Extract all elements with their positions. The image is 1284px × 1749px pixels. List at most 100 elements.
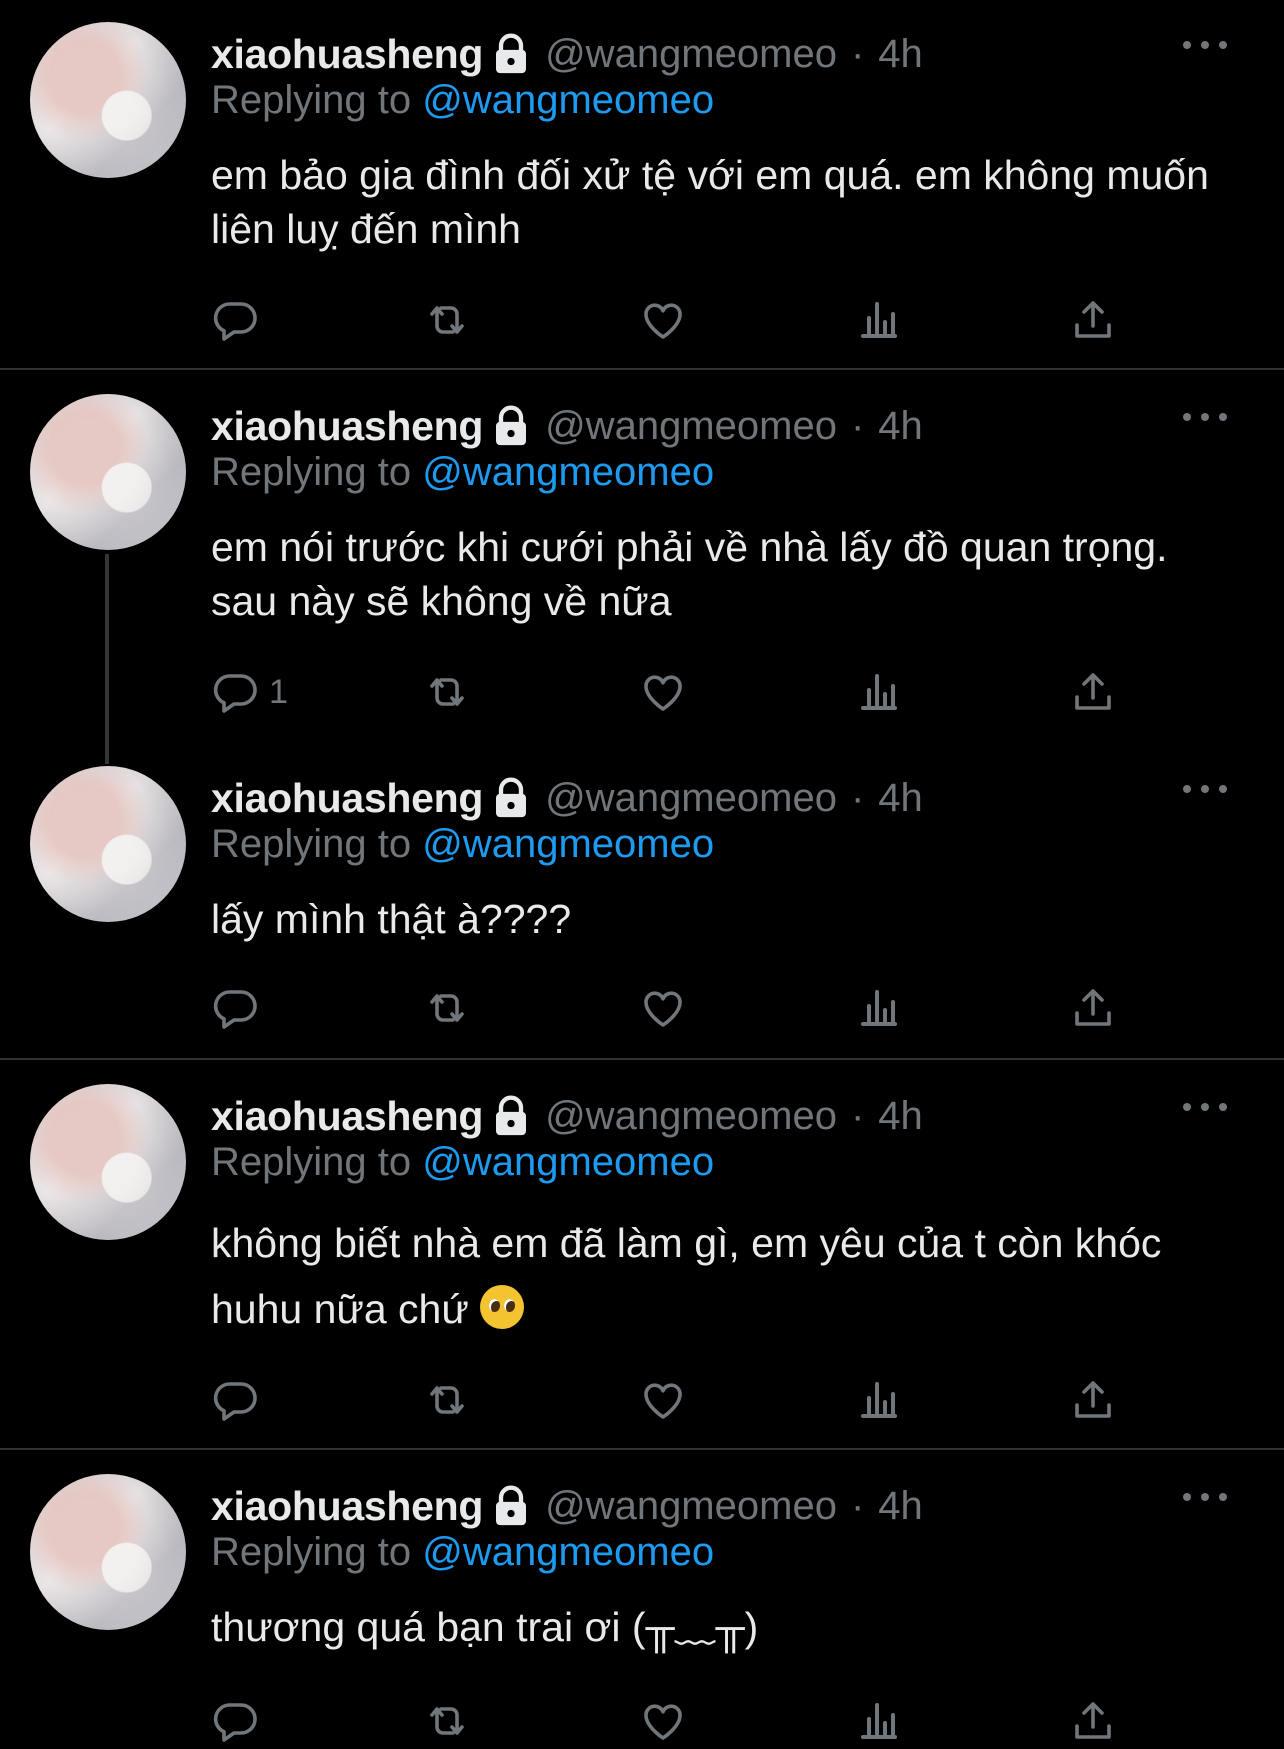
like-button[interactable]	[639, 1695, 687, 1747]
reply-button[interactable]	[211, 294, 269, 346]
divider	[0, 1448, 1284, 1450]
tweet-header: xiaohuasheng @wangmeomeo · 4h	[211, 1478, 923, 1534]
more-icon[interactable]	[1183, 402, 1227, 432]
display-name[interactable]: xiaohuasheng	[211, 775, 483, 822]
retweet-button[interactable]	[423, 666, 471, 718]
timestamp[interactable]: 4h	[878, 32, 923, 77]
more-icon[interactable]	[1183, 30, 1227, 60]
views-icon	[861, 674, 897, 710]
handle[interactable]: @wangmeomeo	[545, 1484, 837, 1529]
more-icon[interactable]	[1183, 774, 1227, 804]
reply-button[interactable]	[211, 1695, 269, 1747]
like-button[interactable]	[639, 294, 687, 346]
like-button[interactable]	[639, 982, 687, 1034]
reply-button[interactable]	[211, 1374, 269, 1426]
action-bar	[211, 1695, 1141, 1747]
avatar[interactable]	[30, 22, 186, 178]
heart-icon	[644, 991, 682, 1027]
replying-mention[interactable]: @wangmeomeo	[422, 1530, 714, 1574]
retweet-button[interactable]	[423, 294, 471, 346]
tweet-text: lấy mình thật à????	[211, 896, 572, 942]
timestamp[interactable]: 4h	[878, 404, 923, 449]
tweet-text: không biết nhà em đã làm gì, em yêu của …	[211, 1220, 1162, 1332]
reply-icon	[213, 990, 257, 1029]
lock-icon	[491, 1484, 531, 1528]
lock-icon	[491, 32, 531, 76]
share-button[interactable]	[1069, 294, 1117, 346]
like-button[interactable]	[639, 666, 687, 718]
tweet[interactable]: xiaohuasheng @wangmeomeo · 4h Replying t…	[0, 1062, 1284, 1448]
separator-dot: ·	[850, 403, 865, 448]
share-button[interactable]	[1069, 1695, 1117, 1747]
action-bar	[211, 982, 1141, 1034]
tweet[interactable]: xiaohuasheng @wangmeomeo · 4h Replying t…	[0, 372, 1284, 742]
replying-to: Replying to @wangmeomeo	[211, 1530, 714, 1575]
lock-icon	[491, 1094, 531, 1138]
views-button[interactable]	[855, 666, 903, 718]
avatar[interactable]	[30, 766, 186, 922]
share-icon	[1075, 673, 1111, 710]
views-button[interactable]	[855, 294, 903, 346]
replying-prefix: Replying to	[211, 1530, 412, 1574]
share-icon	[1075, 1702, 1111, 1739]
display-name[interactable]: xiaohuasheng	[211, 1483, 483, 1530]
separator-dot: ·	[850, 31, 865, 76]
reply-icon	[213, 674, 257, 713]
lock-icon	[491, 404, 531, 448]
tweet[interactable]: xiaohuasheng @wangmeomeo · 4h Replying t…	[0, 1452, 1284, 1749]
share-button[interactable]	[1069, 1374, 1117, 1426]
views-icon	[861, 302, 897, 338]
reply-icon	[213, 1703, 257, 1742]
share-button[interactable]	[1069, 666, 1117, 718]
retweet-icon	[430, 994, 464, 1022]
share-button[interactable]	[1069, 982, 1117, 1034]
avatar[interactable]	[30, 394, 186, 550]
replying-prefix: Replying to	[211, 822, 412, 866]
replying-mention[interactable]: @wangmeomeo	[422, 822, 714, 866]
views-icon	[861, 990, 897, 1026]
tweet-text: em bảo gia đình đối xử tệ với em quá. em…	[211, 152, 1209, 252]
timestamp[interactable]: 4h	[878, 1094, 923, 1139]
reply-button[interactable]	[211, 982, 269, 1034]
separator-dot: ·	[850, 1093, 865, 1138]
lock-icon	[491, 776, 531, 820]
tweet-header: xiaohuasheng @wangmeomeo · 4h	[211, 398, 923, 454]
display-name[interactable]: xiaohuasheng	[211, 403, 483, 450]
handle[interactable]: @wangmeomeo	[545, 404, 837, 449]
replying-mention[interactable]: @wangmeomeo	[422, 1140, 714, 1184]
views-button[interactable]	[855, 982, 903, 1034]
timestamp[interactable]: 4h	[878, 1484, 923, 1529]
share-icon	[1075, 301, 1111, 338]
retweet-button[interactable]	[423, 982, 471, 1034]
tweet[interactable]: xiaohuasheng @wangmeomeo · 4h Replying t…	[0, 0, 1284, 368]
retweet-icon	[430, 1707, 464, 1735]
tweet[interactable]: xiaohuasheng @wangmeomeo · 4h Replying t…	[0, 744, 1284, 1058]
replying-mention[interactable]: @wangmeomeo	[422, 450, 714, 494]
tweet-text: em nói trước khi cưới phải về nhà lấy đồ…	[211, 524, 1168, 624]
reply-button[interactable]: 1	[211, 666, 288, 718]
pleading-face-emoji	[480, 1285, 525, 1329]
views-button[interactable]	[855, 1374, 903, 1426]
avatar[interactable]	[30, 1084, 186, 1240]
avatar[interactable]	[30, 1474, 186, 1630]
separator-dot: ·	[850, 1483, 865, 1528]
more-icon[interactable]	[1183, 1092, 1227, 1122]
heart-icon	[644, 675, 682, 711]
timestamp[interactable]: 4h	[878, 776, 923, 821]
action-bar	[211, 1374, 1141, 1426]
tweet-header: xiaohuasheng @wangmeomeo · 4h	[211, 770, 923, 826]
handle[interactable]: @wangmeomeo	[545, 776, 837, 821]
heart-icon	[644, 1704, 682, 1740]
reply-icon	[213, 1382, 257, 1421]
handle[interactable]: @wangmeomeo	[545, 32, 837, 77]
views-button[interactable]	[855, 1695, 903, 1747]
display-name[interactable]: xiaohuasheng	[211, 1093, 483, 1140]
handle[interactable]: @wangmeomeo	[545, 1094, 837, 1139]
display-name[interactable]: xiaohuasheng	[211, 31, 483, 78]
retweet-button[interactable]	[423, 1374, 471, 1426]
replying-mention[interactable]: @wangmeomeo	[422, 78, 714, 122]
like-button[interactable]	[639, 1374, 687, 1426]
action-bar: 1	[211, 666, 1141, 718]
more-icon[interactable]	[1183, 1482, 1227, 1512]
retweet-button[interactable]	[423, 1695, 471, 1747]
